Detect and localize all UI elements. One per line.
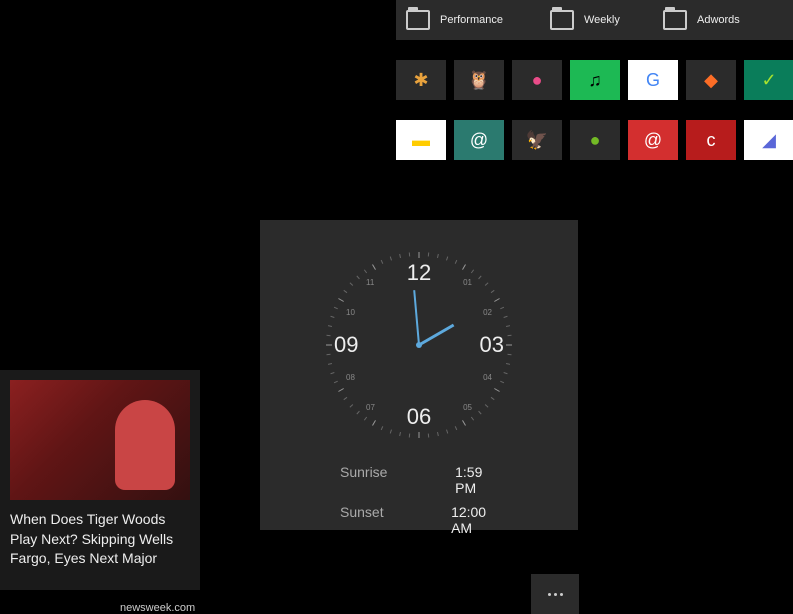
clock-face: 12 03 06 09 01 02 04 05 07 08 10 11 xyxy=(324,250,514,440)
more-button[interactable] xyxy=(531,574,579,614)
app-mail2[interactable]: @ xyxy=(628,120,678,160)
news-title: When Does Tiger Woods Play Next? Skippin… xyxy=(0,510,200,569)
app-dribbble[interactable]: ● xyxy=(512,60,562,100)
sunrise-row: Sunrise 1:59 PM xyxy=(280,460,558,500)
dot-icon xyxy=(560,593,563,596)
news-source: newsweek.com xyxy=(120,602,195,614)
clock-center xyxy=(416,342,422,348)
app-notes[interactable]: ▬ xyxy=(396,120,446,160)
sunrise-value: 1:59 PM xyxy=(455,464,498,496)
app-slack[interactable]: ✱ xyxy=(396,60,446,100)
app-mail[interactable]: @ xyxy=(454,120,504,160)
sunset-value: 12:00 AM xyxy=(451,504,498,536)
folder-label: Performance xyxy=(440,14,503,26)
app-baremetrics[interactable]: ◢ xyxy=(744,120,793,160)
app-ca[interactable]: ✓ xyxy=(744,60,793,100)
folder-adwords[interactable]: Adwords xyxy=(653,0,793,40)
app-duolingo[interactable]: 🦉 xyxy=(454,60,504,100)
news-image xyxy=(10,380,190,500)
app-row-2: ▬@🦅●@c◢ xyxy=(396,120,793,160)
folder-label: Weekly xyxy=(584,14,620,26)
clock-09: 09 xyxy=(334,332,358,358)
sunrise-label: Sunrise xyxy=(340,464,455,496)
app-barclays[interactable]: 🦅 xyxy=(512,120,562,160)
hour-hand xyxy=(418,324,454,347)
folder-row: Performance Weekly Adwords xyxy=(396,0,793,40)
folder-label: Adwords xyxy=(697,14,740,26)
clock-03: 03 xyxy=(480,332,504,358)
app-spotify[interactable]: ♫ xyxy=(570,60,620,100)
app-cnet[interactable]: c xyxy=(686,120,736,160)
dot-icon xyxy=(554,593,557,596)
news-tile[interactable]: When Does Tiger Woods Play Next? Skippin… xyxy=(0,370,200,590)
folder-performance[interactable]: Performance xyxy=(396,0,548,40)
folder-icon xyxy=(406,10,430,30)
sunset-label: Sunset xyxy=(340,504,451,536)
app-gitlab[interactable]: ◆ xyxy=(686,60,736,100)
dot-icon xyxy=(548,593,551,596)
app-row-1: ✱🦉●♫G◆✓ xyxy=(396,60,793,100)
app-translate[interactable]: G xyxy=(628,60,678,100)
folder-icon xyxy=(663,10,687,30)
folder-icon xyxy=(550,10,574,30)
app-openSUSE[interactable]: ● xyxy=(570,120,620,160)
sunset-row: Sunset 12:00 AM xyxy=(280,500,558,540)
clock-12: 12 xyxy=(407,260,431,286)
clock-06: 06 xyxy=(407,404,431,430)
folder-weekly[interactable]: Weekly xyxy=(540,0,655,40)
clock-widget[interactable]: 12 03 06 09 01 02 04 05 07 08 10 11 Sunr… xyxy=(260,220,578,530)
minute-hand xyxy=(413,290,420,345)
